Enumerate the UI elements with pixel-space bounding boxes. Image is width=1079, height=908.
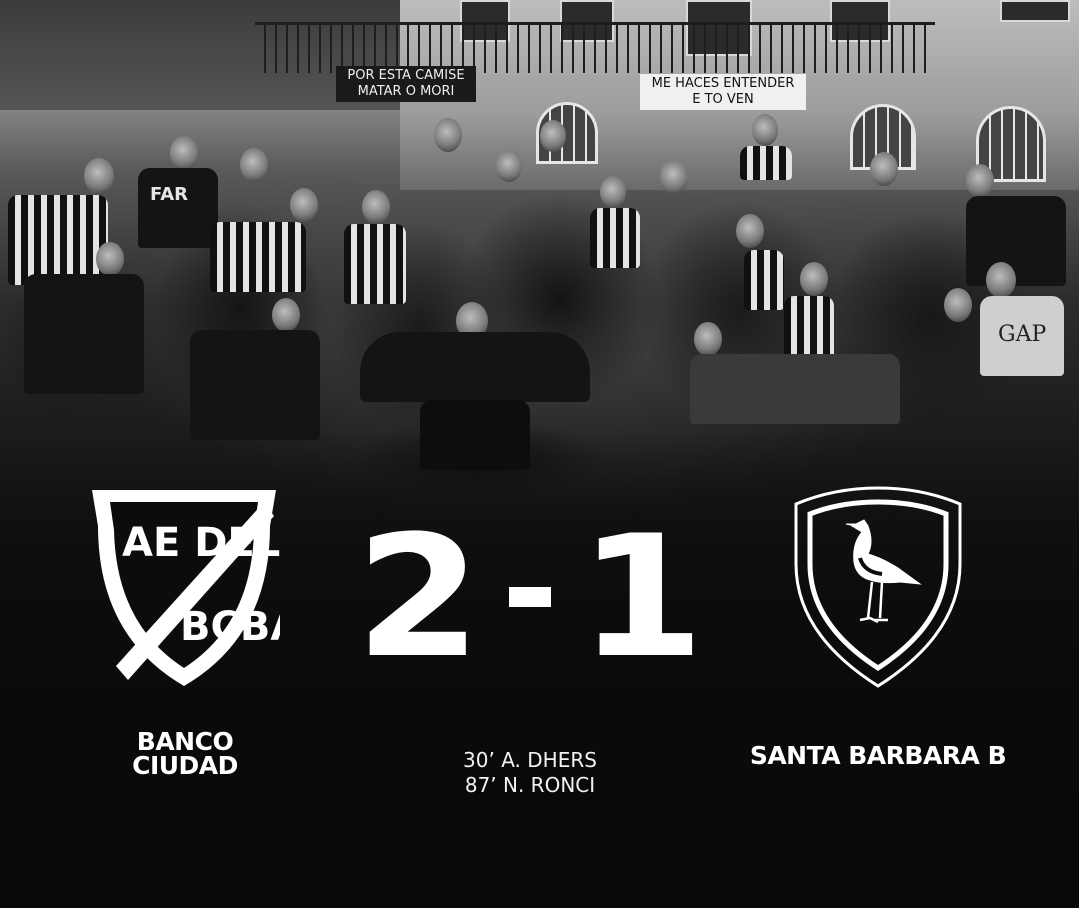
home-score: 2 xyxy=(355,499,482,695)
player-head xyxy=(944,288,972,322)
away-crest-bird-icon xyxy=(794,486,962,688)
player-head xyxy=(240,148,268,182)
player-head xyxy=(966,164,994,198)
player-head xyxy=(272,298,300,332)
player-jacket-center xyxy=(360,332,590,402)
away-team-name: SANTA BARBARA B xyxy=(749,741,1007,770)
player-jacket xyxy=(190,330,320,440)
player-shirt: FAR xyxy=(138,168,218,248)
player-jersey xyxy=(210,222,306,292)
player-head xyxy=(870,152,898,186)
player-head xyxy=(290,188,318,222)
goal-scorers: 30’ A. DHERS 87’ N. RONCI xyxy=(420,748,640,798)
away-score: 1 xyxy=(578,499,705,695)
player-head xyxy=(434,118,462,152)
player-head xyxy=(84,158,114,194)
home-team-name-line2: CIUDAD xyxy=(132,751,238,780)
player-head xyxy=(96,242,124,276)
player-sweater: GAP xyxy=(980,296,1064,376)
home-crest-text-bottom: BCBA xyxy=(180,604,280,650)
score-separator xyxy=(508,587,552,607)
player-head xyxy=(540,120,566,152)
away-team-crest xyxy=(790,484,966,690)
home-team-crest: AE DEL BCBA xyxy=(88,486,301,690)
banner-left-line: POR ESTA CAMISE xyxy=(347,68,465,83)
player-head xyxy=(600,176,626,208)
player-jersey xyxy=(8,195,108,285)
player-jacket xyxy=(24,274,144,394)
banner-right-line: ME HACES ENTENDER xyxy=(651,76,795,91)
player-head xyxy=(752,114,778,146)
player-head xyxy=(660,160,688,194)
player-head xyxy=(496,150,522,182)
player-head xyxy=(736,214,764,248)
player-head xyxy=(694,322,722,356)
player-jersey xyxy=(740,146,792,180)
player-jersey xyxy=(344,224,406,304)
player-jersey xyxy=(744,250,784,310)
building-window xyxy=(1000,0,1070,22)
home-crest-text-top: AE DEL xyxy=(122,520,280,566)
home-team-name: BANCO CIUDAD xyxy=(110,729,260,780)
player-head xyxy=(170,136,198,170)
banner-left-line: MATAR O MORI xyxy=(357,84,455,99)
goal-scorer-entry: 87’ N. RONCI xyxy=(464,773,596,797)
player-jersey xyxy=(590,208,640,268)
home-crest-shield-icon: AE DEL BCBA xyxy=(92,490,301,686)
sweater-text: GAP xyxy=(998,322,1047,347)
jersey-text: FAR xyxy=(150,184,189,205)
player-jacket xyxy=(966,196,1066,286)
goal-scorer-entry: 30’ A. DHERS xyxy=(463,748,597,772)
banner-left: POR ESTA CAMISE MATAR O MORI xyxy=(336,66,476,102)
match-score: 2 1 xyxy=(355,512,704,682)
player-head xyxy=(800,262,828,296)
player-head xyxy=(362,190,390,224)
player-jersey xyxy=(784,296,834,362)
player-sweater xyxy=(690,354,900,424)
player-head xyxy=(986,262,1016,298)
